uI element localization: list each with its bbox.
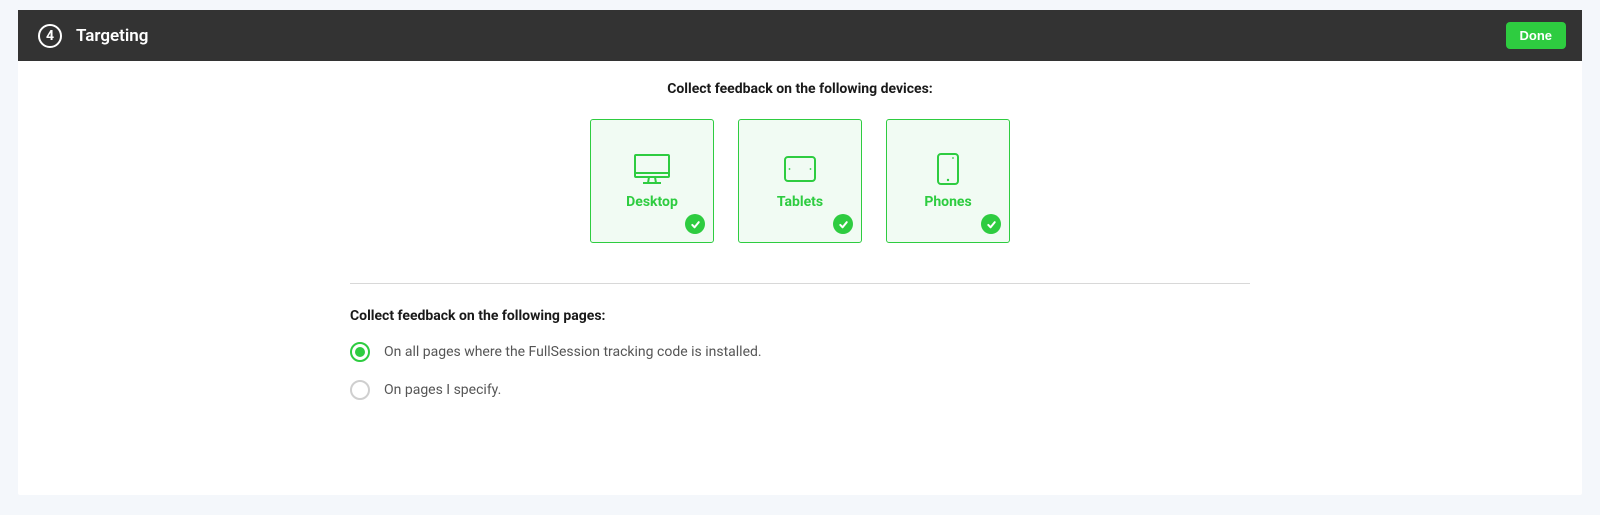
radio-label: On pages I specify. [384,382,501,398]
radio-label: On all pages where the FullSession track… [384,344,762,360]
device-card-tablets[interactable]: Tablets [738,119,862,243]
panel-title: Targeting [76,26,148,46]
header-left: 4 Targeting [38,24,148,48]
device-row: Desktop Tablets [590,119,1010,243]
check-icon [833,214,853,234]
radio-option-specified-pages[interactable]: On pages I specify. [350,380,1250,400]
step-number: 4 [46,28,54,44]
pages-section: Collect feedback on the following pages:… [350,308,1250,418]
panel-header: 4 Targeting Done [18,10,1582,61]
panel-body: Collect feedback on the following device… [18,61,1582,495]
done-button[interactable]: Done [1506,22,1567,49]
tablet-icon [781,152,819,186]
desktop-icon [633,152,671,186]
device-label: Tablets [777,194,823,210]
check-icon [981,214,1001,234]
device-card-phones[interactable]: Phones [886,119,1010,243]
step-number-badge: 4 [38,24,62,48]
radio-icon [350,380,370,400]
devices-heading: Collect feedback on the following device… [667,81,933,97]
device-label: Phones [924,194,971,210]
check-icon [685,214,705,234]
radio-option-all-pages[interactable]: On all pages where the FullSession track… [350,342,1250,362]
device-card-desktop[interactable]: Desktop [590,119,714,243]
phone-icon [929,152,967,186]
radio-icon [350,342,370,362]
divider [350,283,1250,284]
device-label: Desktop [626,194,678,210]
targeting-panel: 4 Targeting Done Collect feedback on the… [18,10,1582,495]
pages-heading: Collect feedback on the following pages: [350,308,1250,324]
